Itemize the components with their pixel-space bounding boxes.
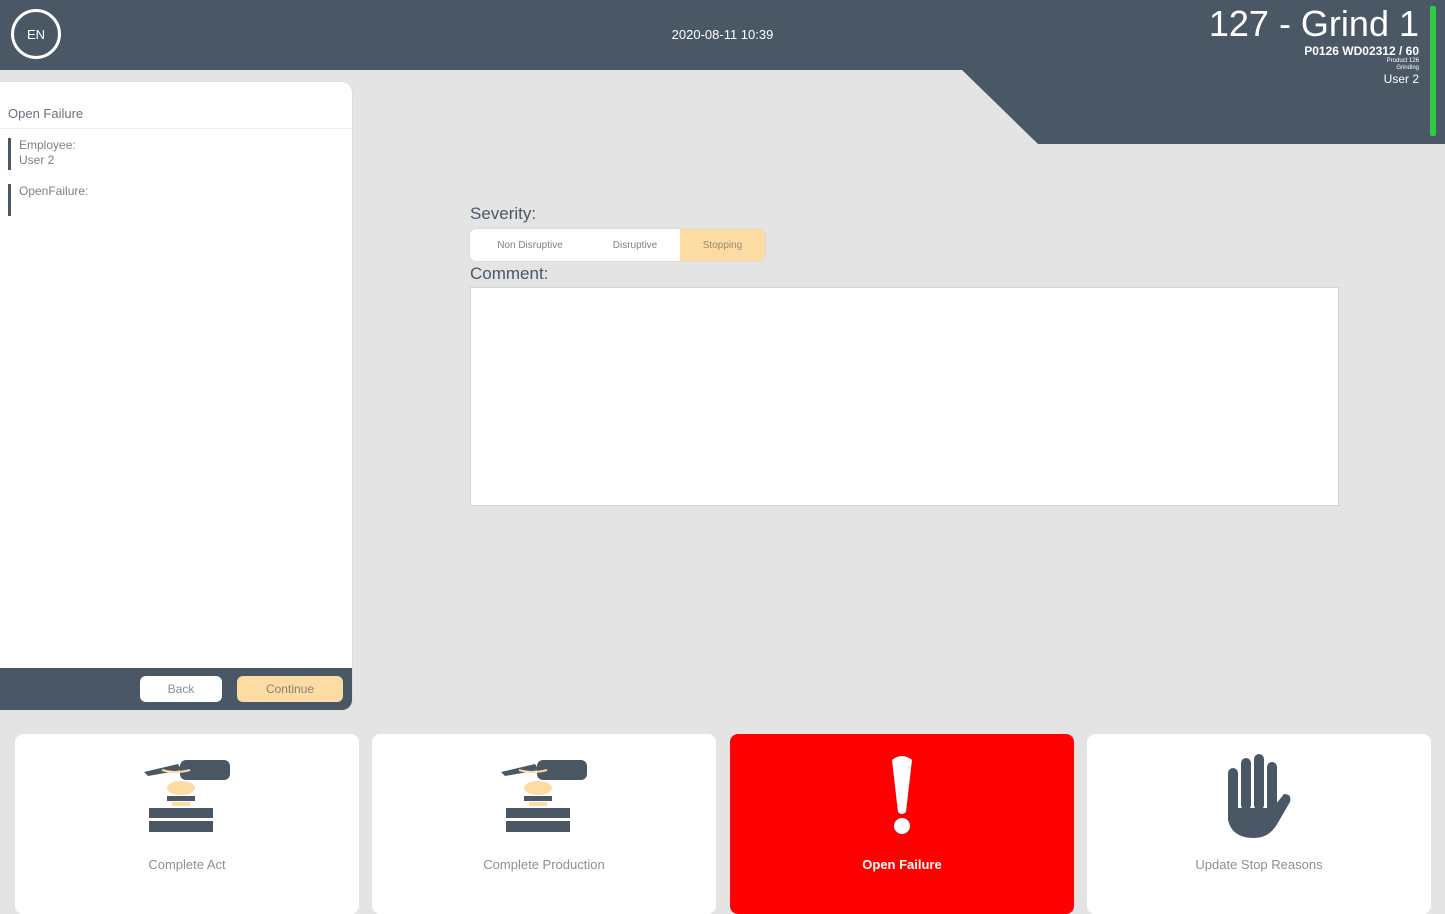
- tile-label: Open Failure: [862, 857, 942, 872]
- step-value: User 2: [19, 153, 55, 167]
- hand-stop-icon: [1087, 752, 1431, 838]
- comment-textarea[interactable]: [470, 287, 1339, 506]
- update-stop-reasons-button[interactable]: Update Stop Reasons: [1087, 734, 1431, 914]
- panel-footer: Back Continue: [0, 668, 352, 710]
- severity-label: Severity:: [470, 204, 537, 223]
- comment-label: Comment:: [470, 264, 549, 283]
- tile-label: Update Stop Reasons: [1195, 857, 1323, 872]
- step-open-failure: OpenFailure:: [8, 184, 88, 216]
- step-employee: Employee: User 2: [8, 138, 76, 170]
- operation-name: Grinding: [1396, 65, 1419, 71]
- severity-option-non-disruptive[interactable]: Non Disruptive: [470, 229, 590, 261]
- severity-option-disruptive[interactable]: Disruptive: [590, 229, 680, 261]
- exclamation-icon: [730, 752, 1074, 838]
- divider: [0, 128, 352, 129]
- panel-title: Open Failure: [8, 106, 84, 121]
- step-label: OpenFailure:: [19, 184, 89, 198]
- open-failure-button[interactable]: Open Failure: [730, 734, 1074, 914]
- continue-button[interactable]: Continue: [237, 676, 343, 702]
- complete-production-button[interactable]: Complete Production: [372, 734, 716, 914]
- severity-selector: Non Disruptive Disruptive Stopping: [470, 229, 765, 261]
- tile-label: Complete Production: [483, 857, 605, 872]
- machine-info: 127 - Grind 1 P0126 WD02312 / 60 Product…: [1208, 3, 1419, 87]
- current-user: User 2: [1383, 72, 1419, 86]
- machine-status-indicator: [1430, 6, 1436, 136]
- stamp-icon: [372, 752, 716, 838]
- severity-option-stopping[interactable]: Stopping: [680, 229, 765, 261]
- complete-act-button[interactable]: Complete Act: [15, 734, 359, 914]
- back-button[interactable]: Back: [140, 676, 222, 702]
- tile-label: Complete Act: [148, 857, 226, 872]
- product-name: Product 126: [1386, 58, 1419, 64]
- machine-title: 127 - Grind 1: [1208, 3, 1419, 44]
- step-label: Employee:: [19, 138, 76, 152]
- order-number: P0126 WD02312 / 60: [1304, 44, 1419, 58]
- workflow-panel: Open Failure Employee: User 2 OpenFailur…: [0, 82, 352, 710]
- stamp-icon: [15, 752, 359, 838]
